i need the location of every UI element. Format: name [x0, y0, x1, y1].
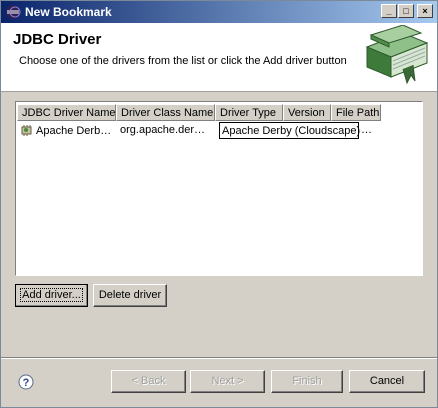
books-icon	[365, 25, 429, 85]
cell-driver-name: Apache Derb…	[17, 122, 116, 139]
close-button[interactable]: ×	[417, 4, 433, 18]
window-title: New Bookmark	[25, 5, 112, 19]
maximize-button[interactable]: □	[398, 4, 414, 18]
next-button[interactable]: Next >	[190, 370, 265, 393]
driver-icon	[21, 125, 32, 136]
new-bookmark-dialog: New Bookmark _ □ × JDBC Driver Choose on…	[0, 0, 438, 408]
page-title: JDBC Driver	[13, 31, 102, 48]
finish-button[interactable]: Finish	[271, 370, 343, 393]
title-bar: New Bookmark _ □ ×	[1, 1, 437, 23]
table-row[interactable]: Apache Derb… org.apache.der… Apache Derb…	[17, 122, 421, 139]
help-icon[interactable]: ?	[18, 374, 34, 390]
column-header-driver-type[interactable]: Driver Type	[215, 104, 283, 121]
back-button[interactable]: < Back	[111, 370, 186, 393]
footer-separator	[1, 357, 437, 359]
add-driver-button[interactable]: Add driver...	[15, 284, 88, 307]
column-header-version[interactable]: Version	[283, 104, 331, 121]
minimize-button[interactable]: _	[381, 4, 397, 18]
delete-driver-button[interactable]: Delete driver	[93, 284, 167, 307]
column-header-driver-class-name[interactable]: Driver Class Name	[116, 104, 215, 121]
driver-table[interactable]: JDBC Driver Name Driver Class Name Drive…	[15, 101, 423, 276]
svg-text:?: ?	[23, 377, 30, 389]
eclipse-app-icon	[6, 5, 21, 19]
page-description: Choose one of the drivers from the list …	[19, 55, 347, 67]
table-header: JDBC Driver Name Driver Class Name Drive…	[17, 104, 421, 121]
cancel-button[interactable]: Cancel	[349, 370, 425, 393]
cell-class-name: org.apache.der…	[120, 124, 205, 136]
wizard-banner: JDBC Driver Choose one of the drivers fr…	[1, 23, 437, 92]
add-driver-label: Add driver...	[20, 288, 83, 302]
cell-version: …	[361, 124, 372, 136]
cell-driver-type-editor[interactable]: Apache Derby (Cloudscape)	[219, 122, 360, 139]
column-header-jdbc-driver-name[interactable]: JDBC Driver Name	[17, 104, 116, 121]
driver-name-text: Apache Derb…	[36, 125, 112, 137]
column-header-file-path[interactable]: File Path	[331, 104, 381, 121]
